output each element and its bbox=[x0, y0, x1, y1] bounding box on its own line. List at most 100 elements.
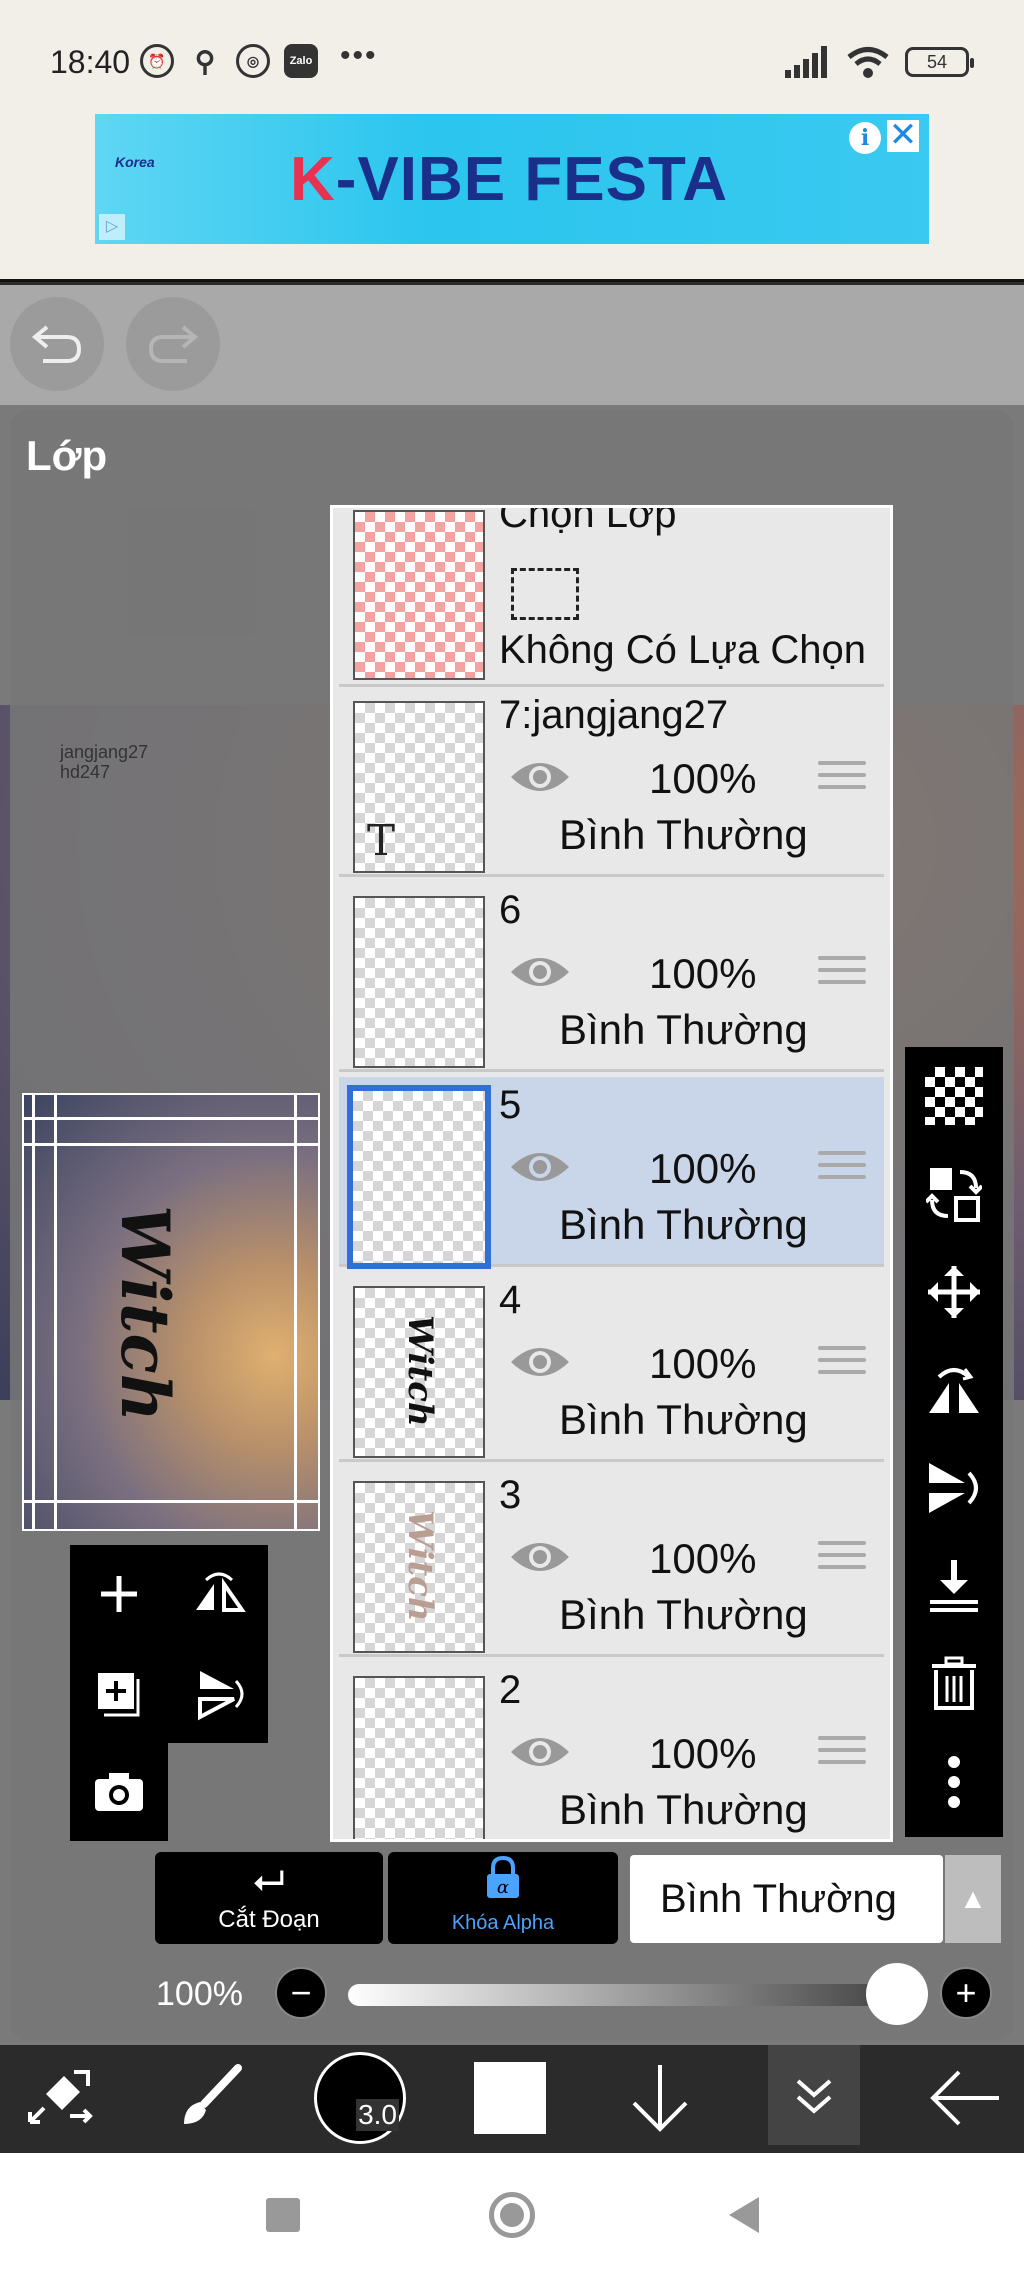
more-notifications-icon: ••• bbox=[340, 39, 378, 72]
preview-line bbox=[24, 1500, 318, 1503]
layer-blend-mode: Bình Thường bbox=[559, 1201, 808, 1248]
layer-name: 3 bbox=[499, 1473, 522, 1517]
drag-handle-icon[interactable] bbox=[818, 761, 866, 795]
brush-size-button[interactable]: 3.0 bbox=[310, 2048, 410, 2148]
brush-tool-button[interactable] bbox=[160, 2048, 260, 2148]
transform-tool-button[interactable] bbox=[10, 2048, 110, 2148]
ad-choices-icon[interactable]: ▷ bbox=[99, 214, 125, 240]
ad-banner[interactable]: Korea K-VIBE FESTA i ✕ ▷ bbox=[95, 114, 929, 244]
visibility-eye-icon[interactable] bbox=[509, 755, 571, 799]
layer-panel-title: Lớp bbox=[26, 432, 108, 479]
transparent-fill-button[interactable] bbox=[905, 1047, 1003, 1145]
ad-area: Korea K-VIBE FESTA i ✕ ▷ bbox=[0, 110, 1024, 282]
visibility-eye-icon[interactable] bbox=[509, 1730, 571, 1774]
flip-horizontal-button[interactable] bbox=[905, 1341, 1003, 1439]
layer-row[interactable]: Witch 3 100% Bình Thường bbox=[339, 1467, 884, 1657]
alpha-lock-button[interactable]: α Khóa Alpha bbox=[388, 1852, 618, 1944]
preview-witch-text: Witch bbox=[106, 1205, 184, 1422]
move-icon bbox=[928, 1266, 980, 1318]
drag-handle-icon[interactable] bbox=[818, 1346, 866, 1380]
bike-icon: ⚲ bbox=[194, 45, 216, 77]
triangle-back-icon bbox=[729, 2197, 759, 2233]
back-button[interactable] bbox=[915, 2048, 1015, 2148]
clipping-button[interactable]: ⮠ Cắt Đoạn bbox=[155, 1852, 383, 1944]
layer-name: 4 bbox=[499, 1278, 522, 1322]
opacity-slider[interactable] bbox=[348, 1984, 918, 2006]
layer-row[interactable]: 2 100% Bình Thường bbox=[339, 1662, 884, 1839]
more-options-button[interactable] bbox=[905, 1733, 1003, 1831]
clipping-arrow-icon: ⮠ bbox=[253, 1859, 285, 1903]
blend-mode-select[interactable]: Bình Thường bbox=[630, 1855, 943, 1943]
layer-list[interactable]: Chọn Lớp Không Có Lựa Chọn T 7:jangjang2… bbox=[330, 505, 893, 1842]
layer-row-selected[interactable]: 5 100% Bình Thường bbox=[339, 1077, 884, 1269]
nav-back-button[interactable] bbox=[718, 2190, 768, 2240]
layer-blend-mode: Bình Thường bbox=[559, 1786, 808, 1833]
compass-icon: ◎ bbox=[236, 44, 270, 78]
layer-row[interactable]: T 7:jangjang27 100% Bình Thường bbox=[339, 687, 884, 877]
layer-thumbnail bbox=[353, 1676, 485, 1839]
swap-layer-button[interactable] bbox=[905, 1145, 1003, 1243]
opacity-slider-knob[interactable] bbox=[866, 1963, 928, 2025]
visibility-eye-icon[interactable] bbox=[509, 1340, 571, 1384]
more-vertical-icon bbox=[948, 1756, 960, 1808]
layer-name: 2 bbox=[499, 1668, 522, 1712]
flip-vertical-icon bbox=[929, 1463, 978, 1513]
nav-home-button[interactable] bbox=[487, 2190, 537, 2240]
layer-down-button[interactable] bbox=[610, 2048, 710, 2148]
layer-panel-button[interactable] bbox=[768, 2045, 860, 2145]
nav-recents-button[interactable] bbox=[258, 2190, 308, 2240]
blend-mode-arrow-icon[interactable]: ▲ bbox=[945, 1855, 1001, 1943]
preview-line bbox=[294, 1095, 297, 1529]
layer-opacity: 100% bbox=[649, 755, 757, 802]
lock-icon: α bbox=[388, 1855, 618, 1912]
visibility-eye-icon[interactable] bbox=[509, 1145, 571, 1189]
layer-name: 5 bbox=[499, 1083, 522, 1127]
selection-box-icon bbox=[511, 568, 579, 620]
flip-layer-vertical-button[interactable] bbox=[170, 1645, 268, 1743]
selection-layer-thumbnail bbox=[353, 510, 485, 680]
layer-thumbnail: Witch bbox=[353, 1286, 485, 1458]
drag-handle-icon[interactable] bbox=[818, 1541, 866, 1575]
layer-opacity: 100% bbox=[649, 1340, 757, 1387]
layer-tools-strip bbox=[905, 1047, 1003, 1837]
visibility-eye-icon[interactable] bbox=[509, 950, 571, 994]
move-button[interactable] bbox=[905, 1243, 1003, 1341]
layer-row[interactable]: Witch 4 100% Bình Thường bbox=[339, 1272, 884, 1462]
arrow-left-icon bbox=[930, 2070, 999, 2126]
ad-info-icon[interactable]: i bbox=[849, 122, 881, 154]
ad-close-icon[interactable]: ✕ bbox=[887, 118, 919, 152]
visibility-eye-icon[interactable] bbox=[509, 1535, 571, 1579]
flip-layer-horizontal-button[interactable] bbox=[170, 1545, 268, 1643]
wifi-icon bbox=[847, 47, 889, 78]
color-button[interactable] bbox=[460, 2048, 560, 2148]
opacity-increase-button[interactable]: + bbox=[940, 1967, 992, 2019]
redo-button[interactable] bbox=[126, 297, 220, 391]
layer-blend-mode: Bình Thường bbox=[559, 1591, 808, 1638]
notification-icons: ⏰ ⚲ ◎ Zalo ••• bbox=[140, 39, 378, 78]
drag-handle-icon[interactable] bbox=[818, 1736, 866, 1770]
opacity-decrease-button[interactable]: − bbox=[275, 1967, 327, 2019]
svg-text:α: α bbox=[497, 1877, 509, 1898]
layer-opacity: 100% bbox=[649, 1730, 757, 1777]
plus-icon bbox=[101, 1576, 137, 1612]
drag-handle-icon[interactable] bbox=[818, 1151, 866, 1185]
add-layer-button[interactable] bbox=[70, 1545, 168, 1643]
color-swatch bbox=[474, 2062, 546, 2134]
canvas-preview[interactable]: Witch bbox=[22, 1093, 320, 1531]
drag-handle-icon[interactable] bbox=[818, 956, 866, 990]
status-bar: 18:40 ⏰ ⚲ ◎ Zalo ••• 54 bbox=[0, 0, 1024, 110]
camera-button[interactable] bbox=[70, 1743, 168, 1841]
delete-layer-button[interactable] bbox=[905, 1635, 1003, 1733]
undo-button[interactable] bbox=[10, 297, 104, 391]
layer-row[interactable]: 6 100% Bình Thường bbox=[339, 882, 884, 1072]
layer-name: 7:jangjang27 bbox=[499, 693, 729, 737]
layer-thumbnail bbox=[347, 1085, 491, 1269]
alarm-icon: ⏰ bbox=[140, 44, 174, 78]
add-layer-copy-button[interactable] bbox=[70, 1645, 168, 1743]
merge-down-button[interactable] bbox=[905, 1537, 1003, 1635]
transform-icon bbox=[28, 2070, 93, 2124]
checkerboard-icon bbox=[925, 1067, 983, 1125]
selection-layer-row[interactable]: Chọn Lớp Không Có Lựa Chọn bbox=[339, 508, 884, 687]
redo-icon bbox=[148, 325, 199, 363]
flip-vertical-button[interactable] bbox=[905, 1439, 1003, 1537]
